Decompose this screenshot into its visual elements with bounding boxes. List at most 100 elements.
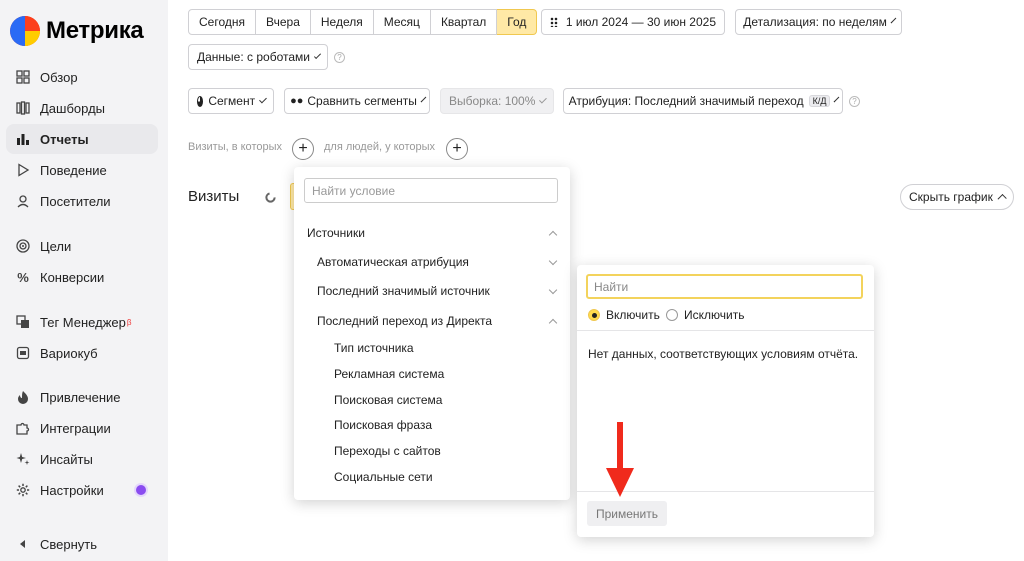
gear-icon (16, 483, 30, 497)
grid-icon (16, 70, 30, 84)
tree-item-label: Рекламная система (334, 367, 445, 381)
period-week[interactable]: Неделя (310, 9, 374, 35)
help-icon[interactable]: ? (849, 96, 860, 107)
detail-select[interactable]: Детализация: по неделям (735, 9, 902, 35)
chevron-up-icon (548, 318, 558, 328)
sidebar-item-behavior[interactable]: Поведение (6, 155, 158, 185)
sidebar-item-label: Вариокуб (40, 345, 98, 361)
sidebar-item-tag-manager[interactable]: Тег Менеджер β (6, 307, 158, 337)
tree-item-search-phrase[interactable]: Поисковая фраза (294, 413, 570, 437)
sidebar-item-goals[interactable]: Цели (6, 231, 158, 261)
tree-item-referrals[interactable]: Переходы с сайтов (294, 439, 570, 463)
chevron-down-icon (834, 96, 840, 102)
exclude-radio[interactable]: Исключить (666, 308, 744, 322)
value-search-input[interactable] (586, 274, 863, 299)
radio-checked-icon (588, 309, 600, 321)
sidebar-item-label: Дашборды (40, 100, 105, 116)
tree-item-sources[interactable]: Источники (294, 221, 570, 245)
collapse-icon (16, 537, 30, 551)
sidebar-item-insights[interactable]: Инсайты (6, 444, 158, 474)
pie-icon (197, 95, 204, 107)
period-year[interactable]: Год (497, 9, 538, 35)
add-visit-condition-button[interactable]: + (292, 138, 314, 160)
sidebar-item-label: Тег Менеджер (40, 314, 126, 330)
sample-label: Выборка: 100% (449, 94, 536, 108)
data-label: Данные: с роботами (197, 50, 310, 64)
segment-button[interactable]: Сегмент (188, 88, 274, 114)
sidebar-item-dashboards[interactable]: Дашборды (6, 93, 158, 123)
chevron-down-icon (420, 96, 427, 102)
sidebar-collapse-button[interactable]: Свернуть (6, 529, 158, 559)
tree-item-social-networks[interactable]: Социальные сети (294, 465, 570, 489)
sidebar-item-acquisition[interactable]: Привлечение (6, 382, 158, 412)
sidebar-item-conversions[interactable]: % Конверсии (6, 262, 158, 292)
percent-icon: % (17, 269, 29, 285)
tree-item-last-direct-click[interactable]: Последний переход из Директа (294, 309, 570, 333)
tree-item-label: Последний значимый источник (317, 284, 490, 298)
hide-chart-button[interactable]: Скрыть график (900, 184, 1014, 210)
chevron-up-icon (548, 230, 558, 240)
chevron-down-icon (539, 95, 547, 103)
calendar-icon (550, 17, 558, 27)
sample-select[interactable]: Выборка: 100% (440, 88, 554, 114)
sidebar-item-label: Цели (40, 238, 72, 254)
chevron-down-icon (313, 51, 322, 59)
tree-item-label: Поисковая система (334, 393, 443, 407)
help-icon[interactable]: ? (334, 52, 345, 63)
sidebar-item-settings[interactable]: Настройки (6, 475, 158, 505)
include-radio[interactable]: Включить (588, 308, 660, 322)
compare-segments-button[interactable]: ●● Сравнить сегменты (284, 88, 430, 114)
tree-item-source-type[interactable]: Тип источника (294, 336, 570, 360)
sidebar-item-integrations[interactable]: Интеграции (6, 413, 158, 443)
sidebar-item-reports[interactable]: Отчеты (6, 124, 158, 154)
apply-button[interactable]: Применить (587, 501, 667, 526)
date-range-button[interactable]: 1 июл 2024 — 30 июн 2025 (541, 9, 725, 35)
tag-manager-icon (16, 315, 30, 329)
period-quarter[interactable]: Квартал (430, 9, 498, 35)
period-yesterday[interactable]: Вчера (256, 9, 311, 35)
target-icon (16, 239, 30, 253)
add-people-condition-button[interactable]: + (446, 138, 468, 160)
logo[interactable]: Метрика (10, 16, 144, 46)
sidebar-item-label: Свернуть (40, 536, 98, 552)
date-range-label: 1 июл 2024 — 30 июн 2025 (565, 15, 716, 29)
data-select[interactable]: Данные: с роботами (188, 44, 328, 70)
sparkle-icon (16, 452, 30, 466)
people-condition-label: для людей, у которых (324, 141, 435, 153)
radio-unchecked-icon (666, 309, 678, 321)
period-selector: Сегодня Вчера Неделя Месяц Квартал Год (188, 9, 538, 35)
detail-label: Детализация: по неделям (743, 15, 887, 29)
compare-label: Сравнить сегменты (307, 94, 417, 108)
chevron-down-icon (890, 17, 897, 23)
sidebar-item-variocube[interactable]: Вариокуб (6, 338, 158, 368)
tree-item-last-significant-source[interactable]: Последний значимый источник (294, 279, 570, 303)
sidebar-item-label: Конверсии (40, 269, 105, 285)
sidebar-item-label: Инсайты (40, 451, 93, 467)
sidebar-item-label: Отчеты (40, 131, 89, 147)
attribution-kbd: К/Д (808, 95, 831, 107)
attribution-select[interactable]: Атрибуция: Последний значимый переход К/… (563, 88, 843, 114)
tree-item-label: Социальные сети (334, 470, 433, 484)
chevron-down-icon (548, 285, 558, 295)
conditions-dropdown: Источники Автоматическая атрибуция После… (294, 167, 570, 500)
period-today[interactable]: Сегодня (188, 9, 256, 35)
period-month[interactable]: Месяц (373, 9, 431, 35)
variocube-icon (16, 346, 30, 360)
condition-search-input[interactable] (304, 178, 558, 203)
refresh-icon[interactable] (265, 192, 276, 203)
play-icon (16, 163, 30, 177)
sidebar-item-overview[interactable]: Обзор (6, 62, 158, 92)
no-data-message: Нет данных, соответствующих условиям отч… (588, 347, 859, 361)
beta-badge: β (126, 317, 132, 327)
puzzle-icon (16, 421, 30, 435)
sidebar-item-visitors[interactable]: Посетители (6, 186, 158, 216)
compare-icon: ●● (290, 95, 304, 107)
sidebar-item-label: Поведение (40, 162, 107, 178)
chevron-down-icon (259, 95, 267, 103)
include-label: Включить (606, 308, 660, 322)
tree-item-label: Поисковая фраза (334, 418, 433, 432)
tree-item-ad-system[interactable]: Рекламная система (294, 362, 570, 386)
tree-item-search-engine[interactable]: Поисковая система (294, 388, 570, 412)
annotation-arrow-icon (606, 422, 634, 497)
tree-item-auto-attribution[interactable]: Автоматическая атрибуция (294, 250, 570, 274)
